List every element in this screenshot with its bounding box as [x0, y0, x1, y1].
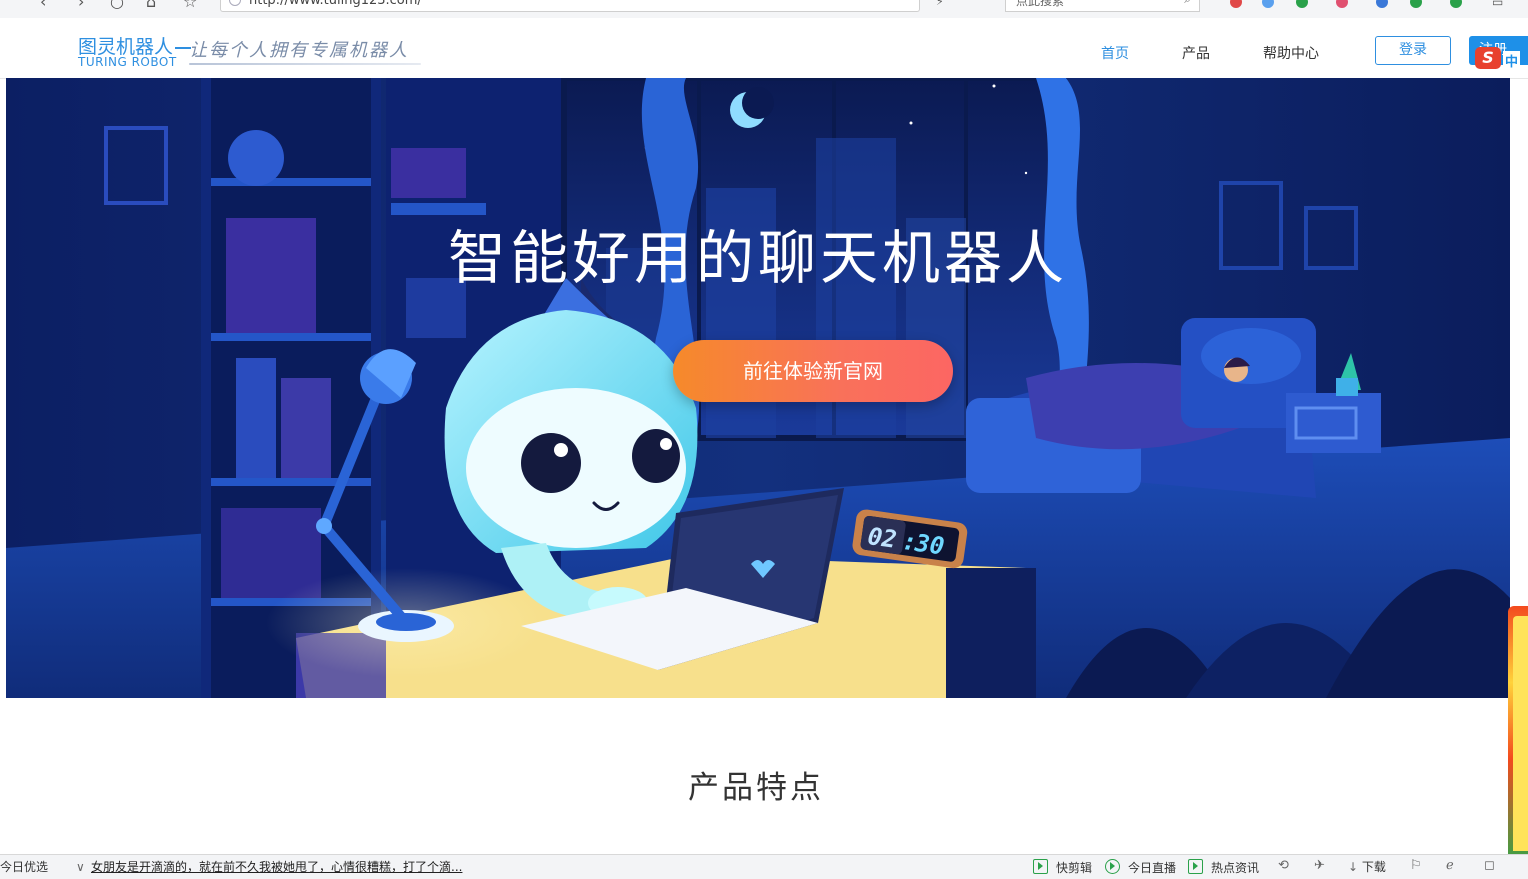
chevron-down-icon[interactable]: ∨: [76, 859, 85, 875]
menu-icon[interactable]: ▭: [1492, 0, 1503, 11]
hero-banner: 02 : 30 智能好用的聊天机器人 前往体验新官网: [6, 78, 1510, 698]
extension-icon[interactable]: [1230, 0, 1242, 8]
live-today-label: 今日直播: [1128, 861, 1177, 875]
slogan: 让每个人拥有专属机器人: [189, 40, 409, 61]
browser-search-input[interactable]: 点此搜索 ⌕: [1005, 0, 1200, 12]
play-icon: [1105, 859, 1120, 874]
news-icon: [1188, 859, 1203, 874]
browser-status-bar: 今日优选 ∨ 女朋友是开滴滴的，就在前不久我被她甩了，心情很糟糕，打了个滴...…: [0, 854, 1528, 879]
home-icon[interactable]: ⌂: [146, 0, 156, 11]
forward-icon[interactable]: ›: [78, 0, 84, 11]
extension-icon[interactable]: [1376, 0, 1388, 8]
login-button[interactable]: 登录: [1375, 36, 1451, 65]
visit-new-site-button[interactable]: 前往体验新官网: [673, 340, 953, 402]
quick-edit-label: 快剪辑: [1056, 861, 1093, 875]
address-bar[interactable]: http://www.tuling123.com/: [220, 0, 920, 12]
today-picks-label[interactable]: 今日优选: [0, 859, 48, 875]
extension-icon[interactable]: [1410, 0, 1422, 8]
floating-ad-inner[interactable]: [1513, 616, 1528, 851]
search-icon[interactable]: ⌕: [1184, 0, 1191, 6]
logo-en-text: TURING ROBOT: [78, 55, 177, 69]
bookmark-star-icon[interactable]: ☆: [183, 0, 197, 11]
browser-toolbar: ‹ › ○ ⌂ ☆ http://www.tuling123.com/ ⚡ 点此…: [0, 0, 1528, 19]
clock-minutes: 30: [912, 529, 946, 561]
extension-icon[interactable]: [1296, 0, 1308, 8]
pin-icon[interactable]: ✈: [1314, 858, 1325, 873]
ime-language-indicator[interactable]: 中: [1503, 51, 1521, 70]
nav-help-center[interactable]: 帮助中心: [1263, 43, 1319, 63]
back-icon[interactable]: ‹: [40, 0, 46, 11]
window-icon[interactable]: ◻: [1484, 858, 1495, 873]
browser-search-placeholder: 点此搜索: [1016, 0, 1065, 8]
nav-home[interactable]: 首页: [1101, 43, 1129, 63]
slogan-underline: [189, 63, 421, 65]
page-icon: [229, 0, 241, 6]
refresh-icon[interactable]: ○: [110, 0, 124, 11]
hot-news-label: 热点资讯: [1211, 861, 1260, 875]
browser-ie-icon[interactable]: ℯ: [1446, 858, 1454, 873]
speed-icon[interactable]: ⟲: [1278, 858, 1289, 873]
quick-edit-button[interactable]: 快剪辑: [1033, 859, 1092, 876]
download-button[interactable]: ↓ 下载: [1348, 859, 1386, 875]
clock-hours: 02: [866, 522, 899, 554]
live-today-button[interactable]: 今日直播: [1105, 859, 1176, 876]
sogou-ime-icon[interactable]: S: [1475, 47, 1501, 69]
hero-title: 智能好用的聊天机器人: [447, 224, 1068, 292]
site-header: 图灵机器人 TURING ROBOT 让每个人拥有专属机器人 首页 产品 帮助中…: [0, 18, 1528, 79]
news-ticker-link[interactable]: 女朋友是开滴滴的，就在前不久我被她甩了，心情很糟糕，打了个滴...: [91, 859, 462, 875]
features-section-title: 产品特点: [688, 770, 824, 806]
lightning-icon[interactable]: ⚡: [936, 0, 944, 11]
extension-icon[interactable]: [1336, 0, 1348, 8]
flag-icon[interactable]: ⚐: [1410, 858, 1422, 873]
video-edit-icon: [1033, 859, 1048, 874]
nav-products[interactable]: 产品: [1182, 43, 1210, 63]
address-text: http://www.tuling123.com/: [249, 0, 422, 8]
hot-news-button[interactable]: 热点资讯: [1188, 859, 1259, 876]
download-icon: ↓: [1348, 860, 1359, 874]
extension-icon[interactable]: [1450, 0, 1462, 8]
download-label: 下载: [1361, 860, 1386, 874]
extension-icon[interactable]: [1262, 0, 1274, 8]
